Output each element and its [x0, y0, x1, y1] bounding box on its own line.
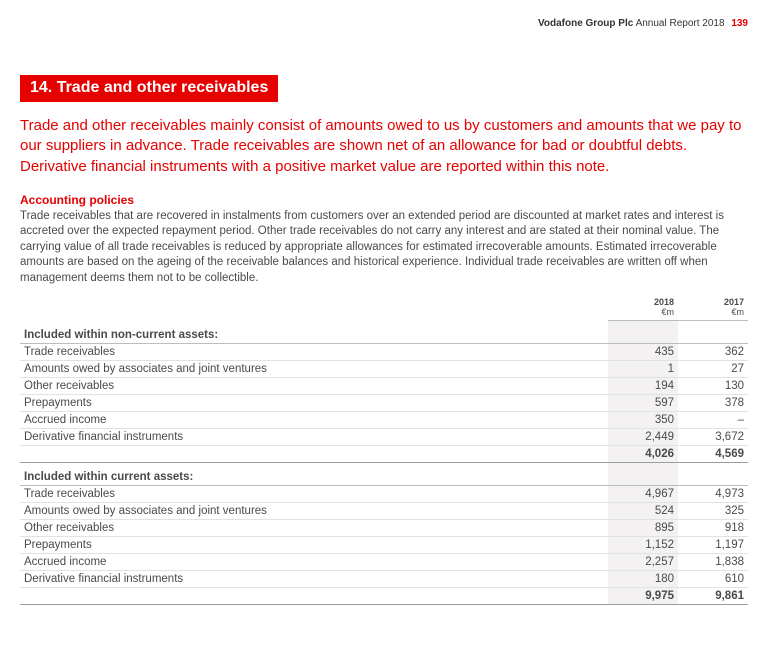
table-row: Accrued income2,2571,838: [20, 553, 748, 570]
table-row: Trade receivables435362: [20, 343, 748, 360]
report-title: Annual Report 2018: [636, 18, 728, 29]
accounting-policies-body: Trade receivables that are recovered in …: [20, 209, 748, 287]
col-2018-header: 2018 €m: [608, 296, 678, 320]
table-row: Other receivables895918: [20, 519, 748, 536]
table-row: Other receivables194130: [20, 377, 748, 394]
current-heading: Included within current assets:: [20, 462, 608, 485]
receivables-table: 2018 €m 2017 €m Included within non-curr…: [20, 296, 748, 604]
table-row: Trade receivables4,9674,973: [20, 485, 748, 502]
page-container: Vodafone Group Plc Annual Report 2018 13…: [0, 0, 780, 629]
table-row: Accrued income350–: [20, 411, 748, 428]
table-row: Prepayments1,1521,197: [20, 536, 748, 553]
current-total-row: 9,9759,861: [20, 587, 748, 604]
section-intro: Trade and other receivables mainly consi…: [20, 116, 748, 177]
table-row: Amounts owed by associates and joint ven…: [20, 360, 748, 377]
section-badge: 14. Trade and other receivables: [20, 75, 278, 102]
table-row: Prepayments597378: [20, 394, 748, 411]
accounting-policies-heading: Accounting policies: [20, 193, 748, 207]
table-row: Derivative financial instruments2,4493,6…: [20, 428, 748, 445]
noncurrent-total-row: 4,0264,569: [20, 445, 748, 462]
col-2017-header: 2017 €m: [678, 296, 748, 320]
noncurrent-heading: Included within non-current assets:: [20, 321, 608, 344]
page-number: 139: [727, 18, 748, 29]
company-name: Vodafone Group Plc: [538, 18, 633, 29]
table-row: Amounts owed by associates and joint ven…: [20, 502, 748, 519]
page-header: Vodafone Group Plc Annual Report 2018 13…: [20, 18, 748, 35]
table-row: Derivative financial instruments180610: [20, 570, 748, 587]
